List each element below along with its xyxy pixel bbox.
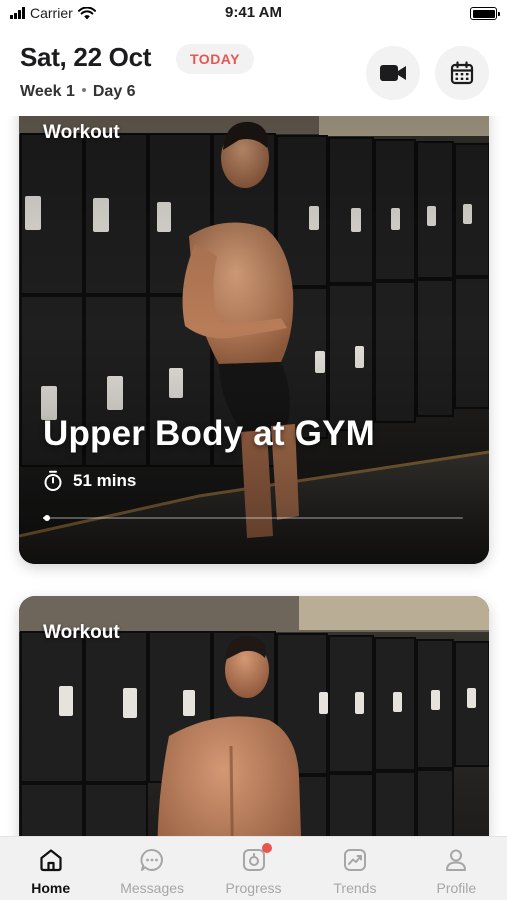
workout-title: Upper Body at GYM — [43, 414, 376, 453]
stopwatch-icon — [44, 470, 62, 491]
workout-label: Workout — [43, 622, 120, 643]
header: Sat, 22 Oct TODAY Week 1 Day 6 — [0, 28, 507, 116]
tab-progress[interactable]: Progress — [203, 837, 304, 900]
chat-icon — [138, 846, 166, 874]
workout-cover-image — [19, 116, 489, 564]
notification-badge — [261, 843, 272, 853]
workout-card[interactable]: Workout Upper Body at GYM 51 mins — [19, 116, 489, 564]
tab-label: Trends — [333, 880, 377, 896]
week-label: Week 1 — [20, 83, 75, 100]
workout-label: Workout — [43, 122, 120, 143]
tab-label: Progress — [225, 880, 282, 896]
page-title: Sat, 22 Oct — [20, 42, 152, 72]
calendar-icon — [450, 61, 474, 85]
calendar-button[interactable] — [435, 46, 489, 100]
tab-bar: Home Messages Progress Trends Profile — [0, 836, 507, 900]
separator-dot — [81, 88, 86, 93]
today-badge[interactable]: TODAY — [176, 44, 254, 74]
tab-label: Home — [31, 880, 71, 896]
tab-profile[interactable]: Profile — [406, 837, 507, 900]
trend-chart-icon — [341, 846, 369, 874]
video-call-button[interactable] — [366, 46, 420, 100]
week-day-subtitle: Week 1 Day 6 — [20, 83, 136, 101]
progress-icon — [240, 843, 272, 874]
battery-icon — [470, 7, 500, 20]
home-icon — [37, 846, 65, 874]
workout-duration: 51 mins — [43, 470, 136, 492]
profile-icon — [442, 846, 470, 874]
status-bar: Carrier 9:41 AM — [0, 0, 507, 28]
video-camera-icon — [380, 65, 406, 81]
workout-card[interactable]: Workout — [19, 596, 489, 836]
tab-home[interactable]: Home — [0, 837, 101, 900]
day-label: Day 6 — [92, 83, 136, 100]
tab-trends[interactable]: Trends — [304, 837, 405, 900]
workout-feed[interactable]: Workout Upper Body at GYM 51 mins Workou… — [0, 116, 507, 836]
tab-messages[interactable]: Messages — [101, 837, 202, 900]
tab-label: Messages — [120, 880, 185, 896]
duration-text: 51 mins — [73, 471, 137, 490]
status-time: 9:41 AM — [225, 4, 282, 21]
tab-label: Profile — [436, 880, 477, 896]
workout-progress-bar[interactable] — [43, 515, 463, 521]
